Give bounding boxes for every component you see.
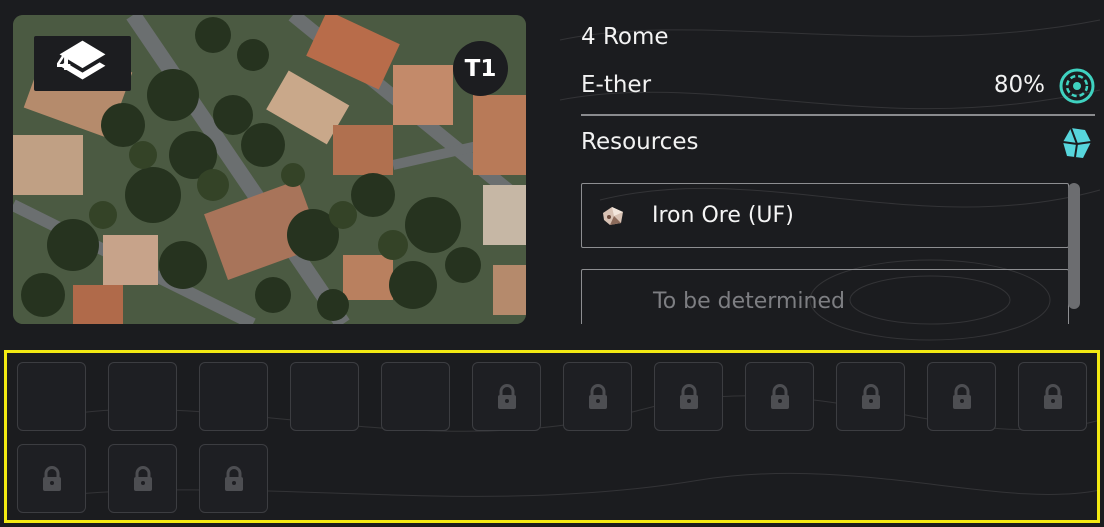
locked-slot — [836, 362, 905, 431]
tier-badge: T1 — [453, 41, 508, 96]
resources-list[interactable]: Iron Ore (UF) To be determined — [581, 183, 1071, 324]
section-divider — [581, 114, 1095, 116]
layer-count-badge: 4 — [34, 36, 131, 91]
locked-slot — [745, 362, 814, 431]
empty-slot[interactable] — [290, 362, 359, 431]
lock-icon — [768, 383, 792, 410]
resource-item-iron-ore[interactable]: Iron Ore (UF) — [581, 183, 1069, 248]
resources-scrollbar[interactable] — [1068, 183, 1080, 309]
lock-icon — [586, 383, 610, 410]
resources-header: Resources — [581, 124, 1095, 164]
empty-slot[interactable] — [381, 362, 450, 431]
resource-name: Iron Ore (UF) — [652, 203, 794, 228]
empty-slot[interactable] — [17, 362, 86, 431]
resource-item-pending: To be determined — [581, 269, 1069, 324]
lock-icon — [222, 465, 246, 492]
lock-icon — [40, 465, 64, 492]
ether-label: E-ther — [581, 72, 652, 98]
resources-label: Resources — [581, 129, 699, 155]
locked-slot — [108, 444, 177, 513]
locked-slot — [563, 362, 632, 431]
locked-slot — [654, 362, 723, 431]
locked-slot — [199, 444, 268, 513]
locked-slot — [17, 444, 86, 513]
slots-panel — [4, 350, 1100, 523]
layers-icon — [59, 40, 106, 80]
location-title: 4 Rome — [581, 24, 669, 50]
iron-ore-icon — [603, 206, 623, 225]
lock-icon — [495, 383, 519, 410]
locked-slot — [927, 362, 996, 431]
ether-value: 80% — [993, 72, 1045, 98]
ether-icon — [1059, 68, 1095, 104]
lock-icon — [677, 383, 701, 410]
lock-icon — [950, 383, 974, 410]
lock-icon — [131, 465, 155, 492]
empty-slot[interactable] — [108, 362, 177, 431]
location-info-panel: 4 Rome E-ther 80% Resources Iron Ore (UF… — [581, 0, 1095, 324]
resources-icon — [1062, 127, 1092, 158]
empty-slot[interactable] — [199, 362, 268, 431]
map-tile[interactable]: 4 T1 — [13, 15, 526, 324]
ether-row: E-ther 80% — [581, 68, 1095, 106]
resource-name: To be determined — [653, 289, 845, 314]
locked-slot — [1018, 362, 1087, 431]
lock-icon — [859, 383, 883, 410]
lock-icon — [1041, 383, 1065, 410]
locked-slot — [472, 362, 541, 431]
